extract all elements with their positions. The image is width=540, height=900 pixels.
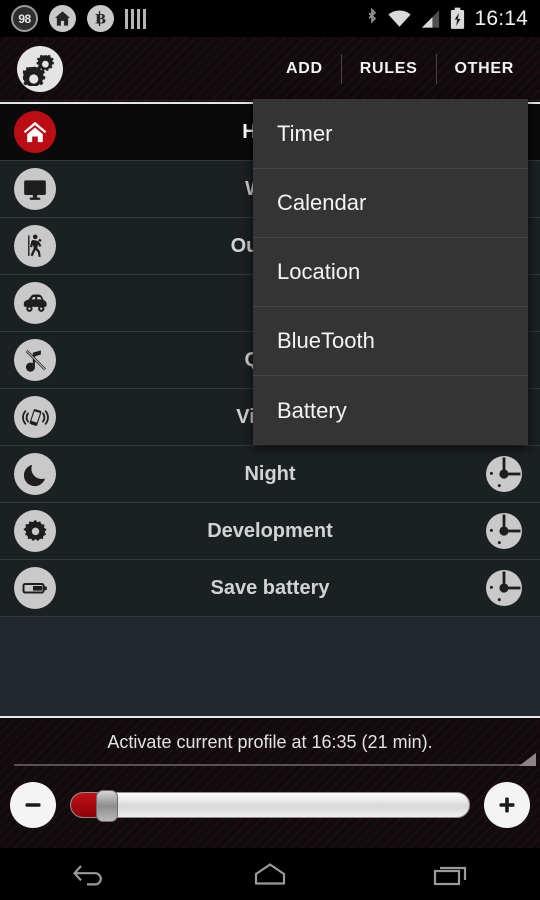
slider-thumb[interactable] — [95, 790, 118, 822]
navigation-bar — [0, 848, 540, 900]
decrease-button[interactable] — [10, 782, 56, 828]
rules-button[interactable]: RULES — [342, 51, 436, 87]
profile-row-night[interactable]: Night — [0, 446, 540, 503]
profile-row-save-battery[interactable]: Save battery — [0, 560, 540, 617]
add-button[interactable]: ADD — [268, 51, 341, 87]
profile-row-development[interactable]: Development — [0, 503, 540, 560]
menu-item-calendar[interactable]: Calendar — [253, 169, 528, 238]
bitcoin-icon: B — [87, 5, 114, 32]
schedule-panel: Activate current profile at 16:35 (21 mi… — [0, 720, 540, 848]
moon-icon — [14, 453, 56, 495]
status-bar-notifications: 98 B — [0, 5, 146, 32]
gears-icon[interactable] — [17, 45, 63, 92]
battery-charging-icon — [451, 7, 465, 29]
home-icon — [14, 111, 56, 153]
status-bar: 98 B 16:14 — [0, 0, 540, 37]
mute-icon — [14, 339, 56, 381]
menu-item-battery[interactable]: Battery — [253, 376, 528, 445]
vibrate-icon — [14, 396, 56, 438]
menu-item-timer[interactable]: Timer — [253, 100, 528, 169]
home-circle-icon — [49, 5, 76, 32]
monitor-icon — [14, 168, 56, 210]
bluetooth-icon — [368, 7, 377, 24]
other-button[interactable]: OTHER — [437, 51, 533, 87]
bars-icon — [125, 8, 146, 29]
battery-icon — [14, 567, 56, 609]
dial-icon[interactable] — [485, 569, 523, 607]
status-bar-system-icons: 16:14 — [365, 7, 540, 31]
svg-text:B: B — [95, 11, 106, 27]
increase-button[interactable] — [484, 782, 530, 828]
menu-item-location[interactable]: Location — [253, 238, 528, 307]
duration-slider[interactable] — [70, 790, 470, 822]
dial-icon[interactable] — [485, 512, 523, 550]
wifi-icon — [388, 10, 411, 27]
dial-icon[interactable] — [485, 455, 523, 493]
counter-badge-value: 98 — [18, 11, 31, 26]
duration-control — [0, 766, 540, 844]
hiker-icon — [14, 225, 56, 267]
schedule-text: Activate current profile at 16:35 (21 mi… — [107, 731, 433, 752]
profile-label: Night — [244, 462, 296, 485]
recents-icon[interactable] — [405, 848, 495, 900]
car-icon — [14, 282, 56, 324]
menu-item-bluetooth[interactable]: BlueTooth — [253, 307, 528, 376]
schedule-divider — [14, 753, 536, 766]
action-bar-buttons: ADD RULES OTHER — [268, 47, 540, 91]
add-dropdown-menu: Timer Calendar Location BlueTooth Batter… — [253, 99, 528, 445]
app-root: 98 B 16:14 ADD RULES OTHER Night Develop… — [0, 0, 540, 900]
gear-icon — [14, 510, 56, 552]
action-bar: ADD RULES OTHER — [0, 37, 540, 101]
profile-label: Development — [207, 519, 333, 542]
cell-signal-icon — [422, 9, 440, 28]
home-icon[interactable] — [225, 848, 315, 900]
status-bar-clock: 16:14 — [474, 6, 528, 30]
counter-badge-icon: 98 — [11, 5, 38, 32]
back-icon[interactable] — [45, 848, 135, 900]
profile-label: Save battery — [210, 576, 330, 599]
resize-handle-icon[interactable] — [519, 753, 536, 766]
